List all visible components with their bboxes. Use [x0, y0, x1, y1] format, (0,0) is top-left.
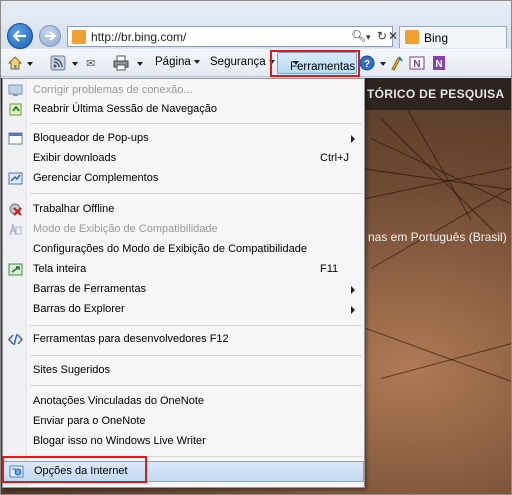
- address-toolbar: http://br.bing.com/ 🔍︎ ▾ ↻ ✕ Bing: [1, 1, 511, 49]
- url-text: http://br.bing.com/: [91, 30, 187, 44]
- menu-item-shortcut: F11: [320, 263, 339, 275]
- developer-tools-icon: [8, 333, 23, 346]
- tab-bing[interactable]: Bing: [399, 26, 507, 48]
- back-arrow-icon: [13, 30, 26, 42]
- browser-window: http://br.bing.com/ 🔍︎ ▾ ↻ ✕ Bing ✉ Pági…: [0, 0, 512, 495]
- menu-item-reopen-session[interactable]: Reabrir Última Sessão de Navegação: [3, 100, 364, 119]
- menu-separator: [30, 385, 362, 386]
- onenote-icon[interactable]: N: [409, 55, 425, 71]
- menu-separator: [30, 325, 362, 326]
- submenu-arrow-icon: [351, 286, 355, 294]
- svg-text:N: N: [435, 59, 442, 70]
- menu-item-full-screen[interactable]: Tela inteira F11: [3, 260, 364, 279]
- menu-item-compat-view-settings[interactable]: Configurações do Modo de Exibição de Com…: [3, 240, 364, 259]
- forward-arrow-icon: [45, 31, 56, 41]
- menu-item-label: Gerenciar Complementos: [33, 172, 159, 184]
- tab-label: Bing: [424, 31, 449, 45]
- addons-icon: [8, 172, 23, 185]
- menu-item-label: Enviar para o OneNote: [33, 415, 146, 427]
- language-link[interactable]: nas em Português (Brasil): [368, 230, 507, 244]
- bing-favicon-icon: [405, 30, 419, 44]
- tools-highlight-box: [270, 50, 360, 77]
- stop-icon[interactable]: ✕: [388, 29, 398, 43]
- menu-item-explorer-bars[interactable]: Barras do Explorer: [3, 300, 364, 319]
- menu-item-popup-blocker[interactable]: Bloqueador de Pop-ups: [3, 129, 364, 148]
- compatibility-view-icon: [9, 222, 22, 236]
- menu-separator: [30, 193, 362, 194]
- menu-item-send-to-onenote[interactable]: Enviar para o OneNote: [3, 412, 364, 431]
- mail-icon[interactable]: ✉: [86, 57, 95, 70]
- menu-item-blog-live-writer[interactable]: Blogar isso no Windows Live Writer: [3, 432, 364, 451]
- submenu-arrow-icon: [351, 306, 355, 314]
- offline-icon: [9, 203, 22, 216]
- safety-menu-label: Segurança: [210, 56, 266, 68]
- menu-item-toolbars[interactable]: Barras de Ferramentas: [3, 280, 364, 299]
- home-icon[interactable]: [7, 55, 23, 71]
- menu-item-label: Bloqueador de Pop-ups: [33, 132, 149, 144]
- menu-item-label: Trabalhar Offline: [33, 203, 115, 215]
- home-dropdown-icon[interactable]: [27, 62, 33, 66]
- bing-favicon-icon: [72, 30, 86, 44]
- menu-item-compat-view: Modo de Exibição de Compatibilidade: [3, 220, 364, 239]
- print-icon[interactable]: [113, 55, 129, 71]
- menu-item-manage-addons[interactable]: Gerenciar Complementos: [3, 169, 364, 188]
- command-bar: ✉ Página Segurança ? N N: [1, 49, 511, 77]
- menu-item-label: Barras do Explorer: [33, 303, 125, 315]
- tools-dropdown-menu: Corrigir problemas de conexão... Reabrir…: [2, 78, 365, 488]
- safety-menu-button[interactable]: Segurança: [210, 56, 275, 68]
- onenote-icon[interactable]: N: [431, 55, 447, 71]
- menu-item-label: Reabrir Última Sessão de Navegação: [33, 103, 218, 115]
- back-button[interactable]: [7, 23, 33, 49]
- menu-separator: [30, 123, 362, 124]
- menu-item-onenote-linked-notes[interactable]: Anotações Vinculadas do OneNote: [3, 392, 364, 411]
- page-menu-button[interactable]: Página: [155, 56, 200, 68]
- print-dropdown-icon[interactable]: [137, 62, 143, 66]
- submenu-arrow-icon: [351, 135, 355, 143]
- address-bar[interactable]: http://br.bing.com/ 🔍︎ ▾ ↻ ✕: [67, 26, 398, 47]
- menu-item-developer-tools[interactable]: Ferramentas para desenvolvedores F12: [3, 330, 364, 349]
- menu-item-suggested-sites[interactable]: Sites Sugeridos: [3, 361, 364, 380]
- menu-item-label: Exibir downloads: [33, 152, 117, 164]
- help-dropdown-icon[interactable]: [380, 62, 386, 66]
- chevron-down-icon: [193, 59, 200, 64]
- reopen-session-icon: [9, 103, 22, 116]
- menu-item-work-offline[interactable]: Trabalhar Offline: [3, 200, 364, 219]
- menu-item-fix-connection: Corrigir problemas de conexão...: [3, 81, 364, 100]
- full-screen-icon: [8, 263, 23, 276]
- refresh-icon[interactable]: ↻: [377, 29, 387, 43]
- menu-item-label: Barras de Ferramentas: [33, 283, 147, 295]
- menu-item-label: Corrigir problemas de conexão...: [33, 84, 193, 96]
- menu-item-shortcut: Ctrl+J: [320, 152, 350, 164]
- forward-button[interactable]: [39, 25, 61, 47]
- svg-text:?: ?: [364, 59, 370, 70]
- popup-blocker-icon: [8, 132, 23, 145]
- menu-separator: [30, 355, 362, 356]
- live-writer-icon[interactable]: [389, 55, 405, 71]
- menu-item-label: Sites Sugeridos: [33, 364, 111, 376]
- menu-item-view-downloads[interactable]: Exibir downloads Ctrl+J: [3, 149, 364, 168]
- menu-item-label: Ferramentas para desenvolvedores F12: [33, 333, 229, 345]
- dropdown-icon[interactable]: ▾: [366, 32, 371, 43]
- menu-item-label: Configurações do Modo de Exibição de Com…: [33, 243, 307, 255]
- menu-item-label: Blogar isso no Windows Live Writer: [33, 435, 206, 447]
- rss-feed-icon[interactable]: [50, 55, 66, 71]
- svg-text:N: N: [413, 59, 420, 70]
- network-diagnostics-icon: [8, 84, 23, 96]
- page-menu-label: Página: [155, 56, 191, 68]
- menu-item-label: Tela inteira: [33, 263, 87, 275]
- internet-options-highlight-box: [2, 456, 147, 483]
- help-icon[interactable]: ?: [359, 55, 375, 71]
- menu-item-label: Anotações Vinculadas do OneNote: [33, 395, 205, 407]
- search-history-link[interactable]: TÓRICO DE PESQUISA: [367, 87, 504, 101]
- menu-item-label: Modo de Exibição de Compatibilidade: [33, 223, 218, 235]
- rss-dropdown-icon[interactable]: [72, 62, 78, 66]
- search-icon[interactable]: 🔍︎: [351, 29, 366, 43]
